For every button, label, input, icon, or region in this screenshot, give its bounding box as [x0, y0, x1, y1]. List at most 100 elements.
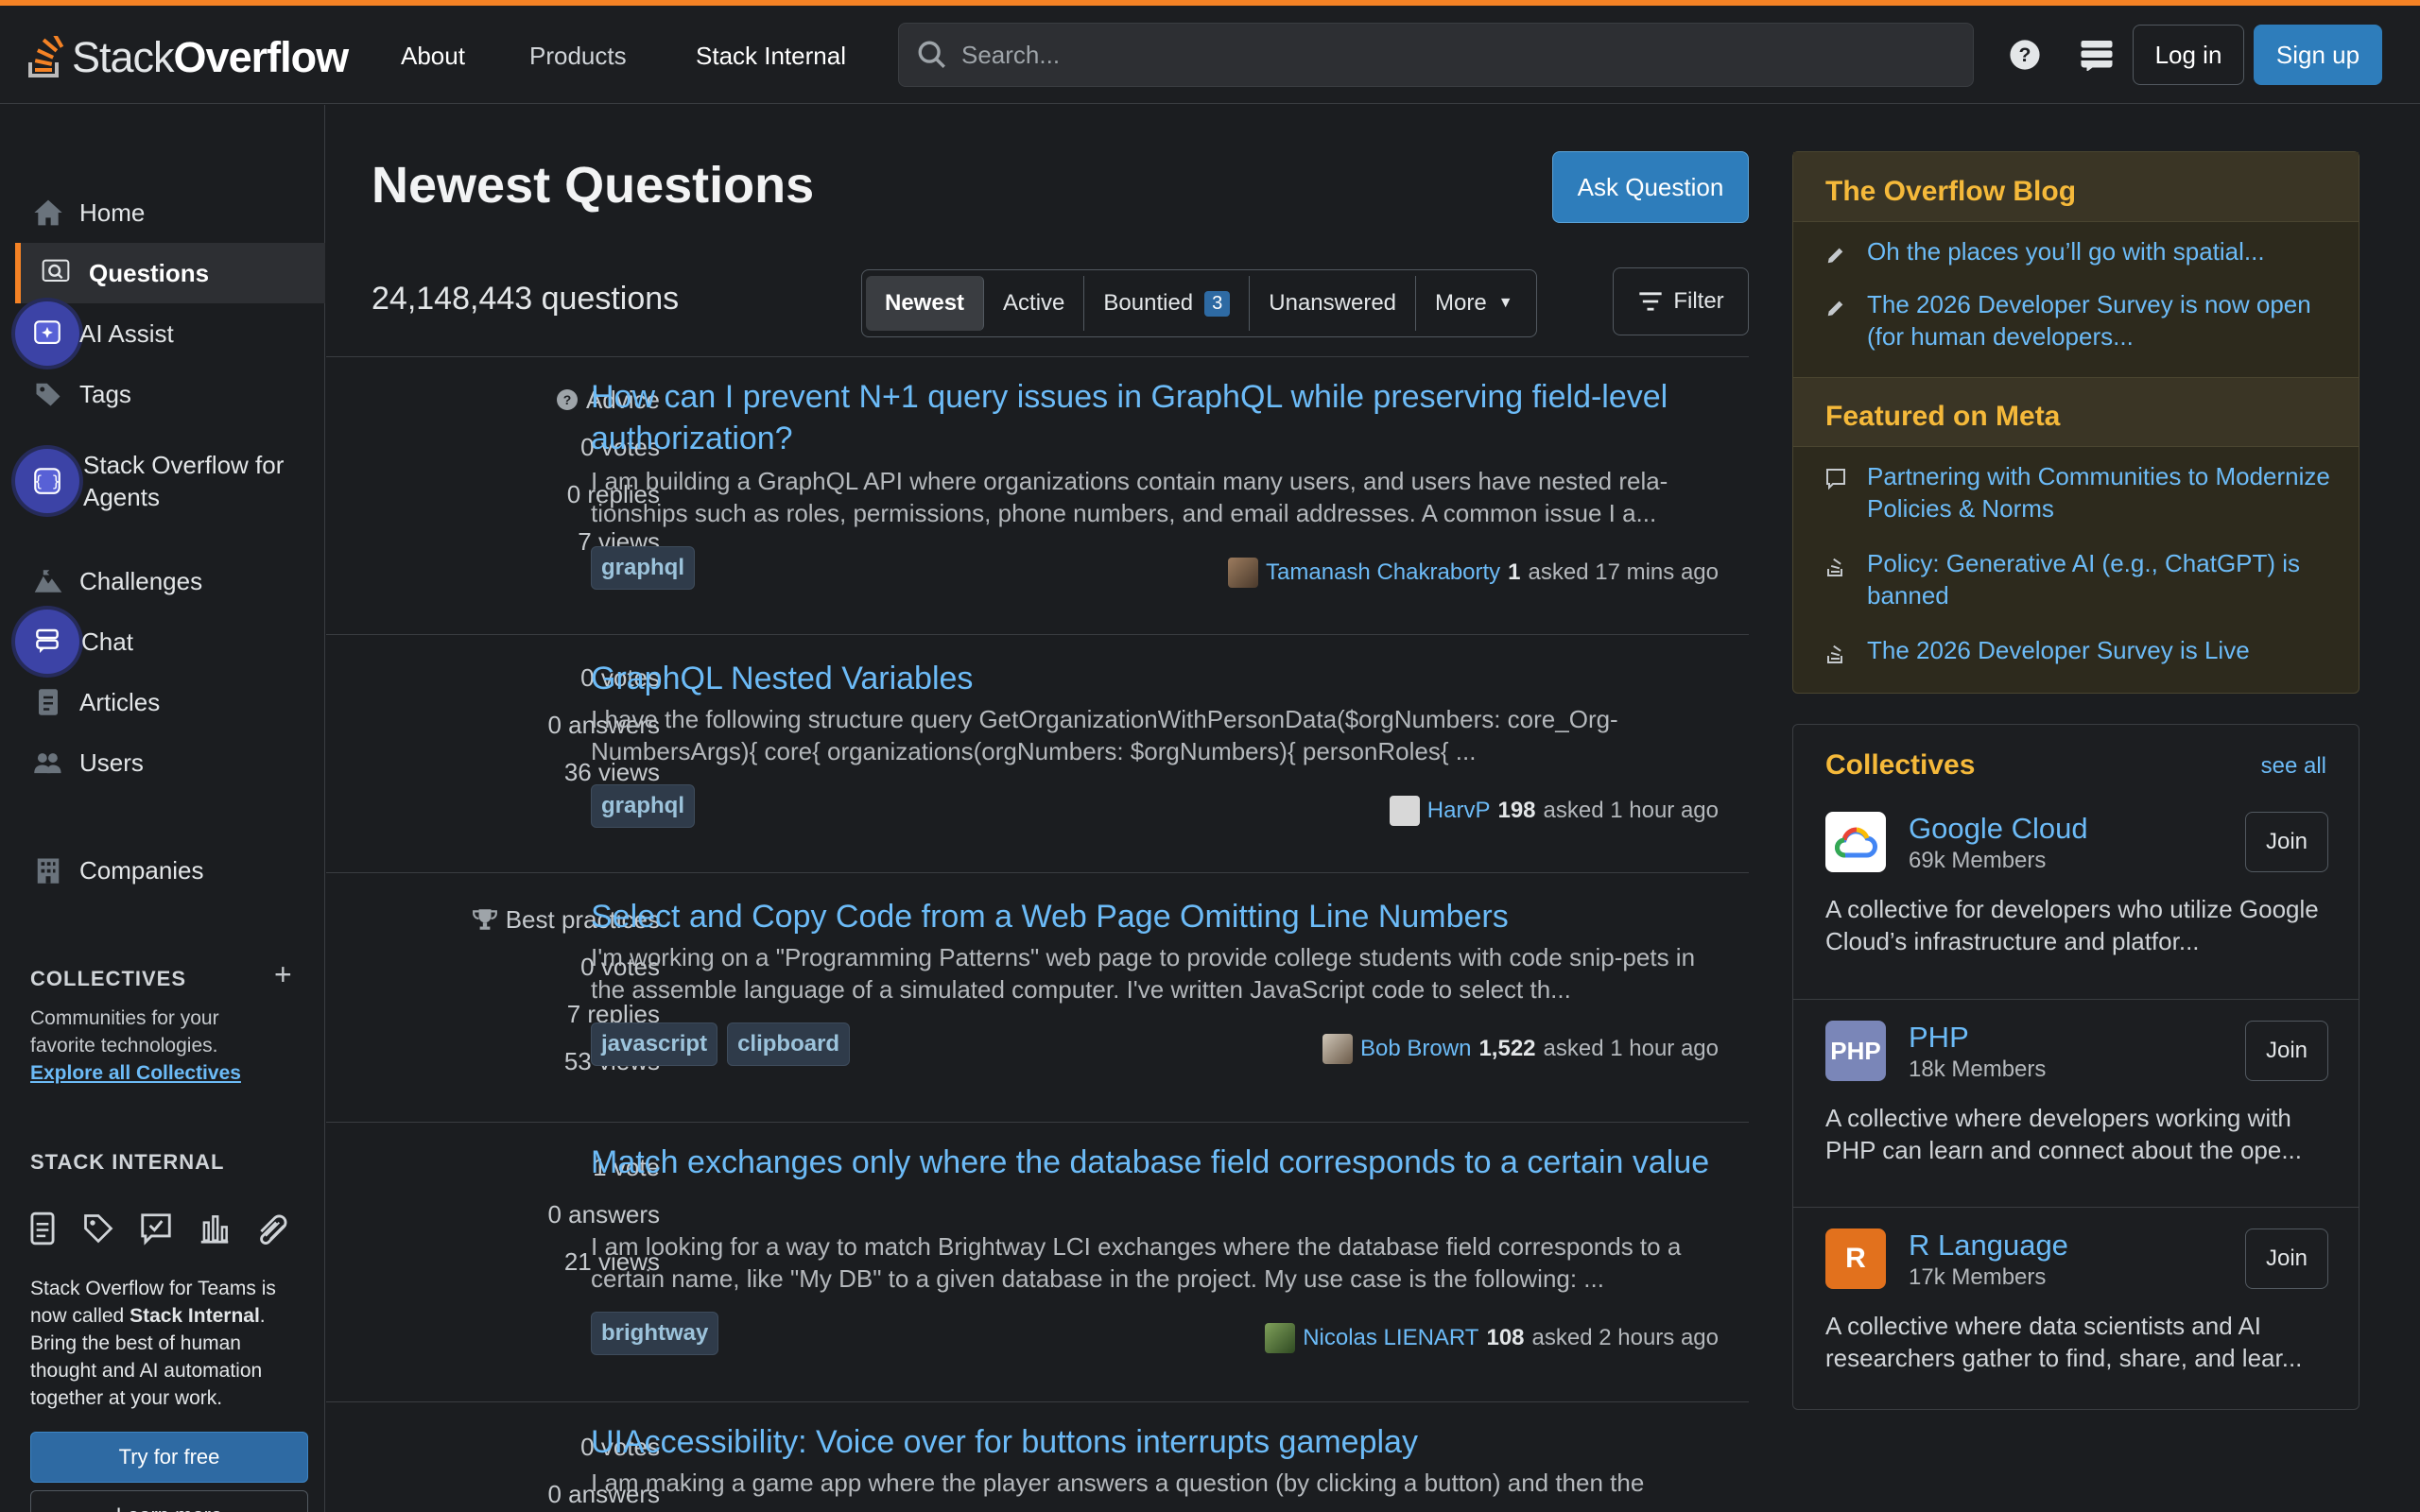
- filter-button[interactable]: Filter: [1613, 267, 1749, 335]
- join-button[interactable]: Join: [2245, 812, 2328, 872]
- question-tags: graphql: [591, 784, 704, 828]
- sidebar-item-ai-assist[interactable]: AI Assist: [0, 301, 325, 366]
- avatar[interactable]: [1389, 796, 1420, 826]
- meta-item[interactable]: Policy: Generative AI (e.g., ChatGPT) is…: [1825, 547, 2336, 611]
- sidebar-item-articles[interactable]: Articles: [0, 672, 325, 732]
- sidebar-item-home[interactable]: Home: [0, 182, 325, 243]
- question-tags: javascript clipboard: [591, 1022, 859, 1066]
- join-button[interactable]: Join: [2245, 1021, 2328, 1081]
- help-icon[interactable]: ?: [2006, 36, 2044, 74]
- sidebar-item-users[interactable]: Users: [0, 732, 325, 793]
- left-sidebar: Home Questions AI Assist Tags { } Stack …: [0, 105, 325, 1512]
- question-summary: 0 votes 0 answers 36 views GraphQL Neste…: [326, 634, 1749, 872]
- sidebar-item-label: Users: [79, 747, 144, 777]
- blog-item-link[interactable]: The 2026 Developer Survey is now open (f…: [1867, 288, 2336, 352]
- meta-item-link[interactable]: Policy: Generative AI (e.g., ChatGPT) is…: [1867, 547, 2336, 611]
- question-title-link[interactable]: How can I prevent N+1 query issues in Gr…: [591, 376, 1735, 459]
- tag-javascript[interactable]: javascript: [591, 1022, 718, 1066]
- pencil-icon: [1825, 241, 1846, 273]
- logo-text-overflow: Overflow: [173, 33, 350, 81]
- meta-item[interactable]: Partnering with Communities to Modernize…: [1825, 460, 2336, 524]
- search-box[interactable]: [898, 23, 1974, 87]
- tag-clipboard[interactable]: clipboard: [727, 1022, 851, 1066]
- sidebar-item-label: Tags: [79, 379, 131, 408]
- sidebar-item-chat[interactable]: Chat: [0, 610, 325, 674]
- question-title-link[interactable]: Match exchanges only where the database …: [591, 1142, 1735, 1183]
- meta-item-link[interactable]: Partnering with Communities to Modernize…: [1867, 460, 2336, 524]
- nav-products[interactable]: Products: [529, 42, 627, 71]
- see-all-link[interactable]: see all: [2261, 753, 2326, 780]
- blog-item-link[interactable]: Oh the places you’ll go with spatial...: [1867, 235, 2265, 273]
- tag-graphql[interactable]: graphql: [591, 546, 695, 590]
- explore-collectives-link[interactable]: Explore all Collectives: [30, 1062, 241, 1084]
- user-link[interactable]: Tamanash Chakraborty: [1266, 559, 1500, 586]
- sidebar-item-challenges[interactable]: Challenges: [0, 551, 325, 611]
- tab-label: More: [1435, 290, 1487, 316]
- try-for-free-button[interactable]: Try for free: [30, 1432, 308, 1483]
- avatar[interactable]: [1228, 558, 1259, 588]
- login-button[interactable]: Log in: [2133, 25, 2244, 85]
- sidebar-item-questions[interactable]: Questions: [15, 243, 325, 303]
- asked-time: asked 1 hour ago: [1543, 798, 1719, 823]
- learn-more-button[interactable]: Learn more: [30, 1490, 308, 1512]
- collective-name-link[interactable]: PHP: [1909, 1021, 1969, 1055]
- blog-item[interactable]: Oh the places you’ll go with spatial...: [1825, 235, 2336, 273]
- collective-members: 17k Members: [1909, 1264, 2047, 1290]
- tag-brightway[interactable]: brightway: [591, 1312, 719, 1355]
- r-language-logo[interactable]: R: [1825, 1228, 1886, 1289]
- avatar[interactable]: [1265, 1323, 1296, 1353]
- tab-bountied[interactable]: Bountied 3: [1084, 276, 1251, 331]
- blog-item[interactable]: The 2026 Developer Survey is now open (f…: [1825, 288, 2336, 352]
- collective-item: Google Cloud 69k Members Join A collecti…: [1793, 791, 2359, 997]
- question-excerpt: I am building a GraphQL API where organi…: [591, 467, 1668, 527]
- sidebar-item-agents[interactable]: { } Stack Overflow for Agents: [0, 441, 325, 521]
- collective-name-link[interactable]: R Language: [1909, 1228, 2068, 1263]
- tab-unanswered[interactable]: Unanswered: [1250, 276, 1417, 331]
- user-link[interactable]: Nicolas LIENART: [1303, 1325, 1478, 1351]
- tab-label: Unanswered: [1269, 290, 1397, 316]
- sort-tabs: Newest Active Bountied 3 Unanswered More ▼: [861, 269, 1537, 337]
- tab-active[interactable]: Active: [984, 276, 1085, 331]
- chat-check-icon: [141, 1213, 171, 1246]
- tab-more[interactable]: More ▼: [1416, 276, 1532, 331]
- join-button[interactable]: Join: [2245, 1228, 2328, 1289]
- collective-name-link[interactable]: Google Cloud: [1909, 812, 2088, 846]
- ask-question-button[interactable]: Ask Question: [1552, 151, 1749, 223]
- tab-label: Newest: [885, 290, 965, 316]
- ai-assist-icon: [15, 301, 79, 366]
- internal-text-line4: thought and AI automation: [30, 1360, 263, 1382]
- site-switcher-icon[interactable]: [2078, 36, 2116, 74]
- tag-graphql[interactable]: graphql: [591, 784, 695, 828]
- user-link[interactable]: Bob Brown: [1360, 1036, 1471, 1062]
- question-tags: brightway: [591, 1312, 728, 1355]
- search-input[interactable]: [961, 40, 1907, 70]
- site-logo[interactable]: StackOverflow: [26, 33, 350, 81]
- asked-time: asked 2 hours ago: [1531, 1325, 1719, 1350]
- question-excerpt: I have the following structure query Get…: [591, 705, 1618, 765]
- nav-about[interactable]: About: [401, 42, 465, 71]
- blog-heading: The Overflow Blog: [1793, 152, 2359, 222]
- question-title-link[interactable]: Select and Copy Code from a Web Page Omi…: [591, 896, 1735, 937]
- sidebar-item-tags[interactable]: Tags: [0, 364, 325, 424]
- question-tags: graphql: [591, 546, 704, 590]
- php-logo[interactable]: PHP: [1825, 1021, 1886, 1081]
- svg-text:?: ?: [2019, 43, 2031, 66]
- question-title-link[interactable]: UIAccessibility: Voice over for buttons …: [591, 1421, 1735, 1463]
- home-icon: [32, 197, 64, 229]
- tab-newest[interactable]: Newest: [866, 276, 985, 331]
- meta-item-link[interactable]: The 2026 Developer Survey is Live: [1867, 634, 2250, 672]
- sidebar-item-companies[interactable]: Companies: [0, 840, 325, 901]
- google-cloud-logo[interactable]: [1825, 812, 1886, 872]
- sidebar-item-label: Questions: [89, 258, 210, 287]
- collectives-text-line1: Communities for your: [30, 1007, 219, 1029]
- collective-item: PHP PHP 18k Members Join A collective wh…: [1793, 999, 2359, 1205]
- nav-stack-internal[interactable]: Stack Internal: [696, 42, 846, 71]
- question-title-link[interactable]: GraphQL Nested Variables: [591, 658, 1735, 699]
- signup-button[interactable]: Sign up: [2254, 25, 2382, 85]
- collective-item: R R Language 17k Members Join A collecti…: [1793, 1207, 2359, 1409]
- svg-text:?: ?: [563, 392, 572, 407]
- avatar[interactable]: [1322, 1034, 1354, 1064]
- meta-item[interactable]: The 2026 Developer Survey is Live: [1825, 634, 2336, 672]
- user-link[interactable]: HarvP: [1427, 798, 1491, 824]
- plus-icon[interactable]: +: [274, 957, 292, 992]
